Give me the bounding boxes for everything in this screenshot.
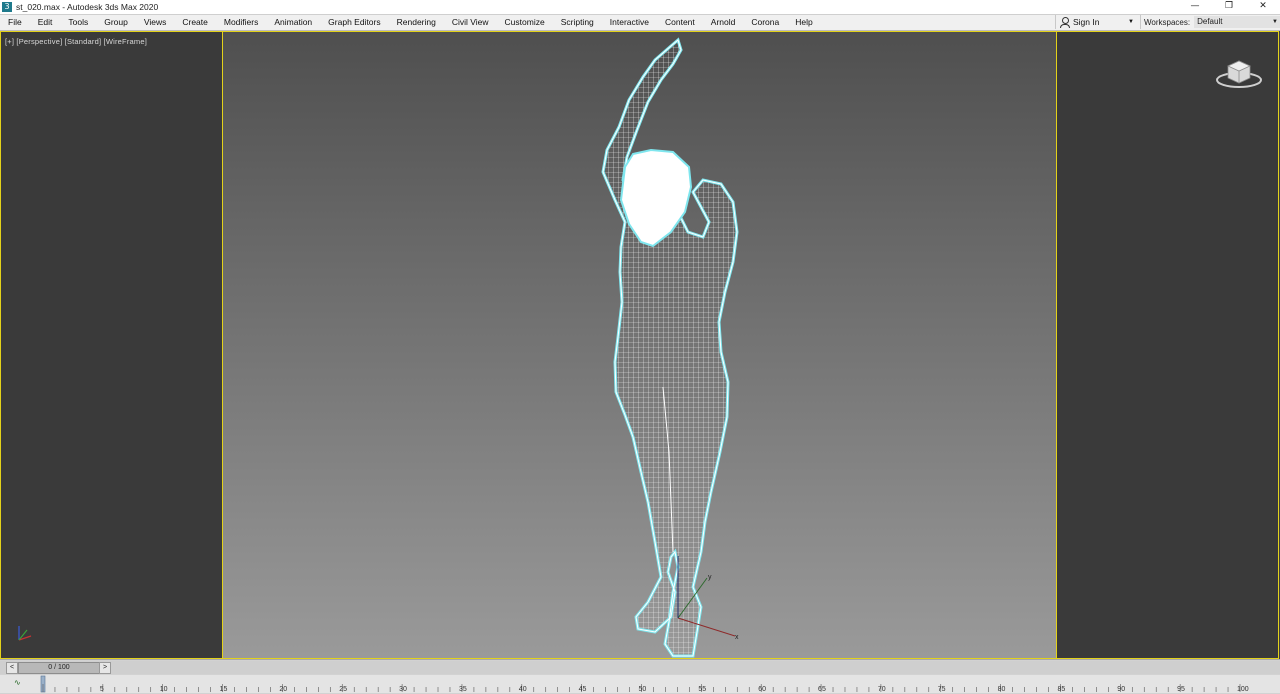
window-title: st_020.max - Autodesk 3ds Max 2020 xyxy=(16,2,159,12)
ruler-label: 5 xyxy=(100,686,104,693)
axis-tripod-icon xyxy=(18,626,32,641)
time-slider-handle[interactable]: 0 / 100 xyxy=(18,662,100,674)
chevron-down-icon: ▼ xyxy=(1128,19,1134,25)
menu-help[interactable]: Help xyxy=(787,15,820,30)
wireframe-figure[interactable]: x y xyxy=(223,32,1056,658)
ruler-label: 80 xyxy=(998,686,1006,693)
ruler-label: 100 xyxy=(1237,686,1249,693)
chevron-down-icon: ▼ xyxy=(1272,19,1278,25)
menu-content[interactable]: Content xyxy=(657,15,703,30)
menu-group[interactable]: Group xyxy=(96,15,136,30)
workspaces-value: Default xyxy=(1197,17,1223,26)
ruler-label: 25 xyxy=(339,686,347,693)
menu-modifiers[interactable]: Modifiers xyxy=(216,15,266,30)
left-viewport-panel[interactable]: [+] [Perspective] [Standard] [WireFrame] xyxy=(0,31,223,659)
prev-frame-button[interactable]: < xyxy=(6,662,18,674)
workspaces-selector: Workspaces: Default ▼ xyxy=(1140,15,1280,29)
menu-customize[interactable]: Customize xyxy=(497,15,553,30)
ruler-label: 40 xyxy=(519,686,527,693)
viewport-label[interactable]: [+] [Perspective] [Standard] [WireFrame] xyxy=(5,37,147,46)
menu-scripting[interactable]: Scripting xyxy=(553,15,602,30)
ruler-label: 15 xyxy=(220,686,228,693)
workspaces-label: Workspaces: xyxy=(1144,17,1191,27)
ruler-labels: 5 10 15 20 25 30 35 40 45 50 55 60 65 70 75 80 85 90 95 100 xyxy=(100,686,1249,693)
minimize-button[interactable]: — xyxy=(1178,0,1212,14)
title-bar: 3 st_020.max - Autodesk 3ds Max 2020 — ❐… xyxy=(0,0,1280,15)
ruler-label: 85 xyxy=(1057,686,1065,693)
menu-bar: File Edit Tools Group Views Create Modif… xyxy=(0,15,1280,31)
frame-ruler[interactable]: 5 10 15 20 25 30 35 40 45 50 55 60 65 70 75 80 85 90 95 100 xyxy=(0,675,1280,693)
restore-button[interactable]: ❐ xyxy=(1212,0,1246,14)
ruler-label: 65 xyxy=(818,686,826,693)
menu-file[interactable]: File xyxy=(0,15,30,30)
app-icon: 3 xyxy=(2,2,12,12)
ruler-label: 35 xyxy=(459,686,467,693)
right-viewport-panel[interactable] xyxy=(1057,31,1279,659)
menu-edit[interactable]: Edit xyxy=(30,15,61,30)
menu-create[interactable]: Create xyxy=(174,15,216,30)
sign-in-dropdown[interactable]: Sign In ▼ xyxy=(1055,15,1138,29)
next-frame-button[interactable]: > xyxy=(99,662,111,674)
gizmo-x-label: x xyxy=(735,634,739,641)
ruler-label: 90 xyxy=(1117,686,1125,693)
menu-civil-view[interactable]: Civil View xyxy=(444,15,497,30)
ruler-label: 70 xyxy=(878,686,886,693)
sign-in-label: Sign In xyxy=(1073,17,1100,27)
timeline-panel: < 0 / 100 > ∿ 5 10 15 20 25 30 35 40 45 50 55 60 65 7… xyxy=(0,659,1280,694)
mesh-body xyxy=(601,37,739,658)
time-slider[interactable]: < 0 / 100 > xyxy=(0,661,1280,674)
ruler-label: 75 xyxy=(938,686,946,693)
menu-animation[interactable]: Animation xyxy=(266,15,320,30)
menu-interactive[interactable]: Interactive xyxy=(602,15,657,30)
workspaces-dropdown[interactable]: Default ▼ xyxy=(1194,16,1280,28)
user-icon xyxy=(1060,16,1070,28)
menu-arnold[interactable]: Arnold xyxy=(703,15,744,30)
viewport-area: [+] [Perspective] [Standard] [WireFrame] xyxy=(0,31,1280,659)
perspective-viewport[interactable]: x y xyxy=(222,31,1057,659)
ruler-label: 60 xyxy=(758,686,766,693)
track-bar[interactable]: ∿ 5 10 15 20 25 30 35 40 45 50 55 60 65 70 75 80 85 90 95 1… xyxy=(0,675,1280,693)
ruler-label: 95 xyxy=(1177,686,1185,693)
ruler-label: 55 xyxy=(698,686,706,693)
close-button[interactable]: ✕ xyxy=(1246,0,1280,14)
menu-tools[interactable]: Tools xyxy=(60,15,96,30)
ruler-label: 10 xyxy=(160,686,168,693)
menu-graph-editors[interactable]: Graph Editors xyxy=(320,15,388,30)
window-controls: — ❐ ✕ xyxy=(1178,0,1280,14)
gizmo-y-label: y xyxy=(708,574,712,581)
menu-corona[interactable]: Corona xyxy=(743,15,787,30)
ruler-label: 30 xyxy=(399,686,407,693)
menu-views[interactable]: Views xyxy=(136,15,175,30)
viewcube-icon[interactable] xyxy=(1214,52,1264,92)
menu-rendering[interactable]: Rendering xyxy=(389,15,444,30)
ruler-label: 20 xyxy=(279,686,287,693)
ruler-label: 50 xyxy=(639,686,647,693)
ruler-label: 45 xyxy=(579,686,587,693)
main-menu: File Edit Tools Group Views Create Modif… xyxy=(0,15,821,30)
